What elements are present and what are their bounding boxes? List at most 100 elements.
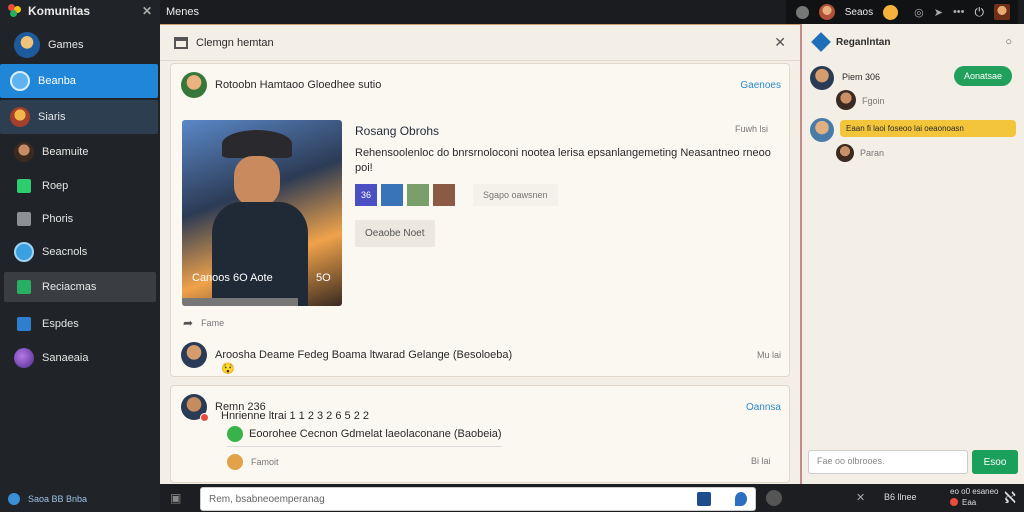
avatar-icon[interactable] <box>994 4 1010 20</box>
emoji-icon[interactable] <box>883 4 899 20</box>
body-shape <box>212 202 308 306</box>
image-icon[interactable] <box>697 492 711 506</box>
chip-row: 36 Sgapo oawsnen <box>355 184 558 206</box>
main-panel: Clemgn hemtan ✕ Rotoobn Hamtaoo Gloedhee… <box>160 24 800 484</box>
sidebar-item-label: Beamuite <box>42 146 89 158</box>
main-header: Clemgn hemtan ✕ <box>160 25 800 61</box>
send-button[interactable]: Esoo <box>972 450 1018 474</box>
emoji-reaction[interactable]: 😯 <box>221 362 235 375</box>
attach-icon[interactable]: ▣ <box>170 491 181 505</box>
post-description: Rehensoolenloc do bnrsrnoloconi nootea l… <box>355 147 771 174</box>
settings-icon[interactable] <box>766 490 782 506</box>
alert-icon <box>950 498 958 506</box>
settings-icon[interactable] <box>795 5 809 19</box>
send-icon[interactable]: ➤ <box>934 6 943 19</box>
share-icon[interactable]: ➦ <box>183 316 193 330</box>
window-icon <box>174 36 188 49</box>
compose-placeholder: Rem, bsabneoemperanag <box>209 493 325 505</box>
sidebar-item-label: Roep <box>42 180 69 192</box>
status-icon[interactable]: ○ <box>1005 36 1012 48</box>
sidebar-item-beanba[interactable]: Beanba <box>0 64 158 98</box>
sidebar-footer: Saoa BB Bnba <box>8 490 87 508</box>
game-artwork[interactable]: Canoos 6O Aote 5O <box>182 120 342 306</box>
app-brand: Komunitas ✕ <box>0 0 160 22</box>
compose-input[interactable]: Rem, bsabneoemperanag <box>200 487 756 511</box>
sidebar-item-label: Siaris <box>38 111 66 123</box>
globe-icon <box>14 242 34 262</box>
avatar[interactable] <box>810 118 834 142</box>
sidebar-item-seacnols[interactable]: Seacnols <box>4 236 156 268</box>
post-time: Bi lai <box>751 456 771 466</box>
top-bar: Menes Seaos ◎ ➤ ••• ⏻ <box>160 0 1024 24</box>
sidebar-item-label: Reciacmas <box>42 281 97 293</box>
sidebar-item-sanaeaia[interactable]: Sanaeaia <box>4 342 156 374</box>
grid-icon <box>17 212 31 226</box>
status-text: eo o0 esaneo <box>950 487 999 496</box>
chat-panel: Reganlntan ○ Piem 306 Aonatsae Fgoin Eaa… <box>800 24 1024 484</box>
mute-icon[interactable]: ✕ <box>856 491 865 504</box>
reply-text: Eoorohee Cecnon Gdmelat laeolaconane (Ba… <box>249 428 502 440</box>
sidebar-item-espdes[interactable]: Espdes <box>4 308 156 340</box>
sidebar-item-label: Phoris <box>42 213 74 225</box>
orb-icon <box>14 348 34 368</box>
avatar[interactable] <box>181 72 207 98</box>
post-card: Rotoobn Hamtaoo Gloedhee sutio Gaenoes C… <box>170 63 790 377</box>
post-time: Fuwh lsi <box>735 124 769 134</box>
sidebar-item-phoris[interactable]: Phoris <box>4 203 156 235</box>
user-label[interactable]: Seaos <box>845 7 873 18</box>
avatar[interactable] <box>836 144 854 162</box>
app-logo-icon <box>8 4 22 18</box>
chat-title: Reganlntan <box>836 36 891 48</box>
sidebar-item-reciacmas[interactable]: Reciacmas <box>4 272 156 302</box>
follow-button[interactable]: Oeaobe Noet <box>355 220 435 247</box>
avatar-icon <box>14 32 40 58</box>
refresh-icon[interactable]: ◎ <box>914 6 924 19</box>
game-badge: 5O <box>316 272 331 284</box>
game-caption: Canoos 6O Aote <box>192 272 273 284</box>
chat-input[interactable]: Fae oo olbrooes. <box>808 450 968 474</box>
power-icon[interactable]: ⏻ <box>975 5 985 20</box>
sidebar-item-siaris[interactable]: Siaris <box>0 100 158 134</box>
chat-logo-icon <box>811 32 831 52</box>
share-row: ➦ Fame <box>183 316 224 330</box>
post-action-link[interactable]: Oannsa <box>746 402 781 413</box>
post-header: Rotoobn Hamtaoo Gloedhee sutio Gaenoes <box>181 70 781 100</box>
chat-bubble: Eaan fi laoi foseoo lai oeaonoasn <box>840 120 1016 137</box>
top-bar-controls: Seaos ◎ ➤ ••• ⏻ <box>785 0 1018 24</box>
chat-bubble: Aonatsae <box>954 66 1013 86</box>
close-icon[interactable]: ✕ <box>774 34 786 51</box>
location-icon[interactable] <box>735 492 747 506</box>
avatar[interactable] <box>181 394 209 422</box>
chat-sub: Fgoin <box>862 96 885 106</box>
grid-icon <box>17 179 31 193</box>
hat-shape <box>222 130 292 158</box>
square-icon <box>17 317 31 331</box>
top-bar-title: Menes <box>166 6 200 18</box>
post-action-link[interactable]: Gaenoes <box>740 80 781 91</box>
game-thumb-icon[interactable] <box>407 184 429 206</box>
sidebar-item-games[interactable]: Games <box>4 28 156 62</box>
sidebar-item-label: Beanba <box>38 75 76 87</box>
game-thumb-icon[interactable] <box>433 184 455 206</box>
avatar[interactable] <box>227 454 243 470</box>
close-icon[interactable]: ✕ <box>142 4 152 18</box>
sidebar-footer-text: Saoa BB Bnba <box>28 494 88 504</box>
face-shape <box>234 156 280 206</box>
sidebar-item-roep[interactable]: Roep <box>4 170 156 202</box>
avatar[interactable] <box>836 90 856 110</box>
sidebar: Komunitas ✕ Games Beanba Siaris Beamuite… <box>0 0 160 512</box>
avatar-icon[interactable] <box>818 4 835 20</box>
character-icon <box>10 107 30 127</box>
post-card: Remn 236 Oannsa Hnrienne ltrai 1 1 2 3 2… <box>170 385 790 483</box>
avatar[interactable] <box>181 342 207 368</box>
game-thumb-icon[interactable] <box>381 184 403 206</box>
share-label[interactable]: Fame <box>201 318 224 328</box>
avatar-icon <box>14 142 34 162</box>
sidebar-item-beamuite[interactable]: Beamuite <box>4 136 156 168</box>
more-icon[interactable]: ••• <box>953 6 965 18</box>
logo-icon: ℵ <box>1004 490 1016 507</box>
avatar[interactable] <box>810 66 834 90</box>
game-title: Rosang Obrohs <box>355 124 440 138</box>
chip[interactable]: 36 <box>355 184 377 206</box>
post-text: Hnrienne ltrai 1 1 2 3 2 6 5 2 2 <box>221 410 369 422</box>
